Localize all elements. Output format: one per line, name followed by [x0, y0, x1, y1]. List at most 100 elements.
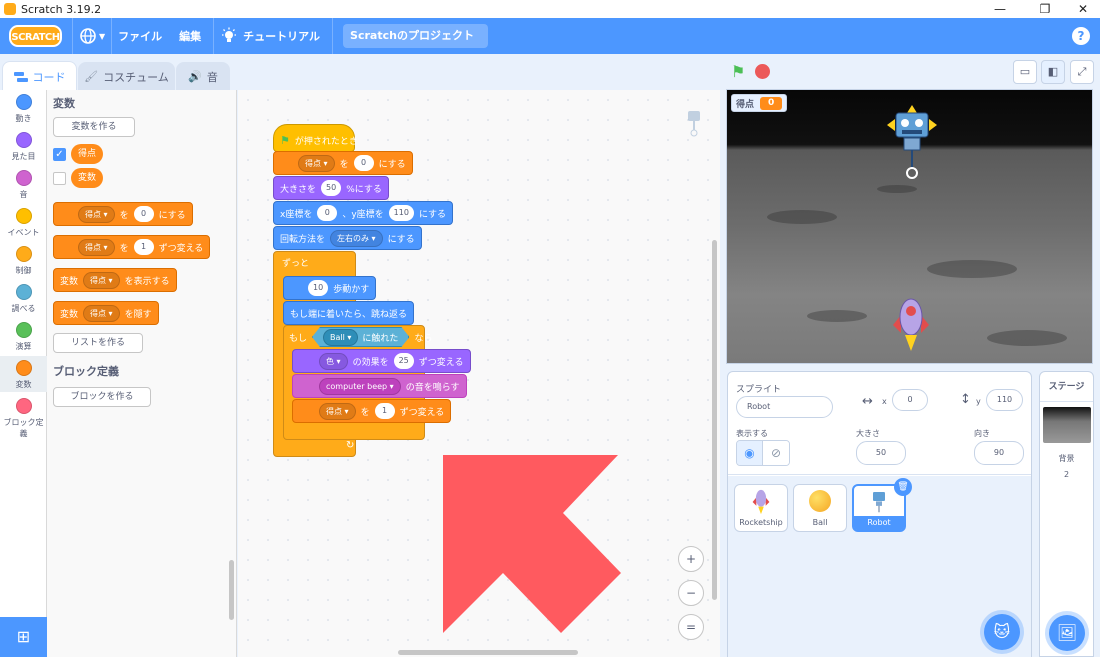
- variable-checkbox-other[interactable]: [53, 172, 66, 185]
- variable-dropdown[interactable]: 得点 ▾: [78, 205, 115, 223]
- sprite-thumb-rocketship[interactable]: Rocketship: [734, 484, 788, 532]
- zoom-reset-button[interactable]: =: [678, 614, 704, 640]
- hide-variable-block[interactable]: 変数 得点 ▾ を隠す: [53, 301, 159, 325]
- variable-dropdown[interactable]: 得点 ▾: [319, 402, 356, 420]
- minimize-icon[interactable]: —: [985, 0, 1015, 18]
- scratch-logo[interactable]: SCRATCH: [9, 25, 62, 47]
- choose-backdrop-button[interactable]: 🖼: [1049, 615, 1085, 651]
- variable-dropdown[interactable]: 得点 ▾: [298, 154, 335, 172]
- category-operators[interactable]: 演算: [0, 322, 47, 352]
- category-label: 変数: [15, 380, 32, 389]
- make-variable-button[interactable]: 変数を作る: [53, 117, 135, 137]
- sprite-direction-input[interactable]: 90: [974, 441, 1024, 465]
- sprite-x-input[interactable]: 0: [892, 389, 928, 411]
- robot-sprite[interactable]: [887, 105, 937, 185]
- fullscreen-button[interactable]: ⤢: [1070, 60, 1094, 84]
- tab-code[interactable]: コード: [2, 61, 77, 91]
- category-control[interactable]: 制御: [0, 246, 47, 276]
- stop-button[interactable]: [755, 64, 770, 79]
- close-icon[interactable]: ✕: [1068, 0, 1098, 18]
- sprite-thumb-ball[interactable]: Ball: [793, 484, 847, 532]
- score-monitor[interactable]: 得点 0: [731, 94, 788, 112]
- language-menu[interactable]: ▼: [79, 27, 105, 45]
- rocketship-thumb-icon: [752, 489, 770, 515]
- sprite-name-input[interactable]: Robot: [736, 396, 833, 418]
- effect-dropdown[interactable]: 色 ▾: [319, 352, 348, 370]
- sprite-y-input[interactable]: 110: [986, 389, 1023, 411]
- y-input[interactable]: 110: [388, 205, 414, 221]
- variable-checkbox-score[interactable]: ✓: [53, 148, 66, 161]
- block-text: 変数: [60, 309, 79, 320]
- value-input[interactable]: 50: [321, 180, 342, 196]
- small-stage-button[interactable]: ▭: [1013, 60, 1037, 84]
- stage-canvas[interactable]: 得点 0: [726, 89, 1093, 364]
- category-events[interactable]: イベント: [0, 208, 47, 238]
- move-steps-block[interactable]: 10 歩動かす: [283, 276, 377, 300]
- variable-reporter-score[interactable]: 得点: [71, 144, 104, 164]
- variable-dropdown[interactable]: 得点 ▾: [78, 238, 115, 256]
- edit-menu[interactable]: 編集: [179, 28, 201, 44]
- value-input[interactable]: 1: [133, 239, 154, 255]
- tutorials-menu[interactable]: チュートリアル: [220, 27, 320, 45]
- variable-reporter-other[interactable]: 変数: [71, 168, 104, 188]
- category-sensing[interactable]: 調べる: [0, 284, 47, 314]
- block-text: にする: [387, 234, 415, 245]
- show-label: 表示する: [736, 429, 768, 438]
- rocketship-sprite[interactable]: [891, 295, 931, 355]
- delete-sprite-trash-icon[interactable]: 🗑: [894, 478, 912, 496]
- category-variables[interactable]: 変数: [0, 356, 47, 392]
- category-looks[interactable]: 見た目: [0, 132, 47, 162]
- make-block-button[interactable]: ブロックを作る: [53, 387, 151, 407]
- hide-sprite-eye-slash-icon[interactable]: ⊘: [763, 441, 789, 465]
- rotation-dropdown[interactable]: 左右のみ ▾: [330, 229, 383, 247]
- set-variable-block[interactable]: 得点 ▾ を 0 にする: [53, 202, 193, 226]
- when-flag-clicked-block[interactable]: ⚑ が押されたとき: [273, 124, 358, 152]
- add-extension-button[interactable]: ⊞: [0, 617, 47, 657]
- change-variable-block[interactable]: 得点 ▾ を 1 ずつ変える: [53, 235, 211, 259]
- bounce-on-edge-block[interactable]: もし端に着いたら、跳ね返る: [283, 301, 415, 325]
- palette-scrollbar[interactable]: [229, 560, 234, 620]
- touching-block[interactable]: Ball ▾ に触れた: [312, 327, 409, 347]
- variable-dropdown[interactable]: 得点 ▾: [83, 304, 120, 322]
- file-menu[interactable]: ファイル: [118, 28, 162, 44]
- x-input[interactable]: 0: [317, 205, 338, 221]
- maximize-icon[interactable]: ❐: [1030, 0, 1060, 18]
- change-effect-block[interactable]: 色 ▾ の効果を 25 ずつ変える: [292, 349, 471, 373]
- project-title-input[interactable]: Scratchのプロジェクト: [343, 24, 489, 48]
- sprite-thumb-robot[interactable]: Robot 🗑: [852, 478, 912, 532]
- variable-dropdown[interactable]: 得点 ▾: [83, 271, 120, 289]
- go-to-xy-block[interactable]: x座標を 0 、y座標を 110 にする: [273, 201, 454, 225]
- sound-dropdown[interactable]: computer beep ▾: [319, 377, 401, 395]
- show-sprite-eye-icon[interactable]: ◉: [737, 441, 764, 465]
- tab-sounds[interactable]: 🔊 音: [176, 62, 230, 90]
- block-text: の音を鳴らす: [405, 382, 460, 393]
- help-icon[interactable]: ?: [1072, 27, 1090, 45]
- script-vertical-scrollbar[interactable]: [712, 240, 717, 600]
- zoom-in-button[interactable]: +: [678, 546, 704, 572]
- set-rotation-style-block[interactable]: 回転方法を 左右のみ ▾ にする: [273, 226, 422, 250]
- value-input[interactable]: 25: [393, 353, 414, 369]
- sprite-size-input[interactable]: 50: [856, 441, 906, 465]
- category-sound[interactable]: 音: [0, 170, 47, 200]
- show-variable-block[interactable]: 変数 得点 ▾ を表示する: [53, 268, 177, 292]
- stage-backdrop-thumbnail[interactable]: [1043, 407, 1091, 443]
- zoom-out-button[interactable]: −: [678, 580, 704, 606]
- value-input[interactable]: 1: [374, 403, 395, 419]
- stage-target-pane[interactable]: ステージ 背景 2 🖼: [1039, 371, 1094, 657]
- change-score-block[interactable]: 得点 ▾ を 1 ずつ変える: [292, 399, 452, 423]
- value-input[interactable]: 0: [353, 155, 374, 171]
- start-sound-block[interactable]: computer beep ▾ の音を鳴らす: [292, 374, 467, 398]
- set-score-block[interactable]: 得点 ▾ を 0 にする: [273, 151, 413, 175]
- choose-sprite-button[interactable]: 🐱: [984, 614, 1020, 650]
- steps-input[interactable]: 10: [308, 280, 329, 296]
- size-label: 大きさ: [856, 429, 880, 438]
- touching-dropdown[interactable]: Ball ▾: [323, 329, 358, 346]
- green-flag-button[interactable]: ⚑: [731, 64, 747, 80]
- make-list-button[interactable]: リストを作る: [53, 333, 143, 353]
- category-my-blocks[interactable]: ブロック定義: [0, 398, 47, 439]
- category-motion[interactable]: 動き: [0, 94, 47, 124]
- value-input[interactable]: 0: [133, 206, 154, 222]
- normal-stage-button[interactable]: ◧: [1041, 60, 1065, 84]
- set-size-block[interactable]: 大きさを 50 %にする: [273, 176, 389, 200]
- tab-costumes[interactable]: 🖌 コスチューム: [78, 62, 175, 90]
